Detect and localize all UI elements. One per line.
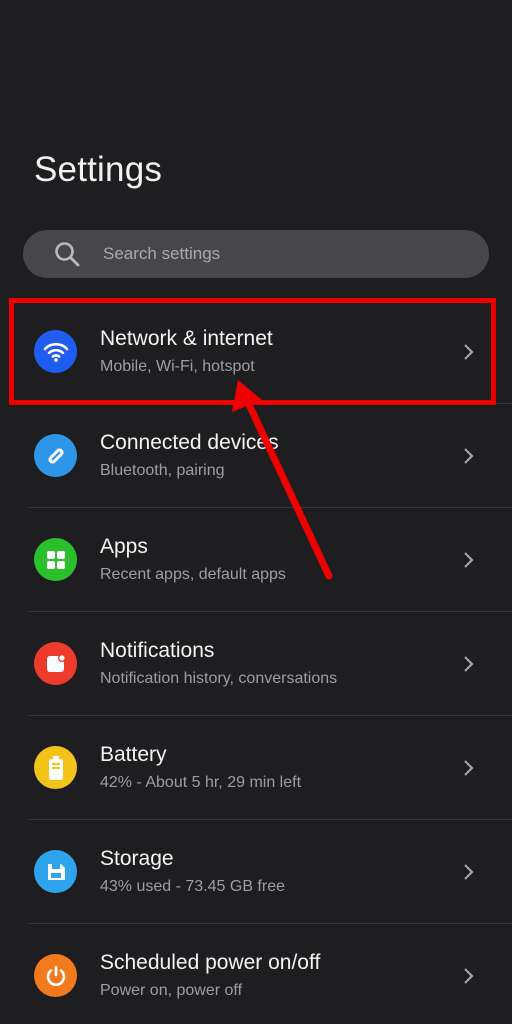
- item-title: Network & internet: [100, 327, 273, 350]
- item-title: Storage: [100, 847, 174, 870]
- chevron-right-icon: [464, 552, 474, 568]
- item-title: Notifications: [100, 639, 215, 662]
- wifi-icon: [34, 330, 77, 373]
- item-title: Apps: [100, 535, 148, 558]
- chevron-right-icon: [464, 448, 474, 464]
- item-subtitle: 43% used - 73.45 GB free: [100, 878, 285, 895]
- settings-item-notifications[interactable]: Notifications Notification history, conv…: [0, 612, 512, 716]
- item-subtitle: Mobile, Wi-Fi, hotspot: [100, 358, 255, 375]
- chevron-right-icon: [464, 864, 474, 880]
- item-subtitle: Bluetooth, pairing: [100, 462, 225, 479]
- settings-item-network[interactable]: Network & internet Mobile, Wi-Fi, hotspo…: [0, 300, 512, 404]
- notification-icon: [34, 642, 77, 685]
- item-title: Connected devices: [100, 431, 279, 454]
- chevron-right-icon: [464, 968, 474, 984]
- power-icon: [34, 954, 77, 997]
- item-title: Scheduled power on/off: [100, 951, 321, 974]
- page-title: Settings: [34, 150, 163, 189]
- search-bar[interactable]: Search settings: [23, 230, 489, 278]
- chevron-right-icon: [464, 656, 474, 672]
- storage-icon: [34, 850, 77, 893]
- settings-item-battery[interactable]: Battery 42% - About 5 hr, 29 min left: [0, 716, 512, 820]
- chevron-right-icon: [464, 344, 474, 360]
- search-input[interactable]: Search settings: [103, 244, 220, 264]
- battery-icon: [34, 746, 77, 789]
- item-subtitle: Notification history, conversations: [100, 670, 338, 687]
- chevron-right-icon: [464, 760, 474, 776]
- item-title: Battery: [100, 743, 167, 766]
- search-icon: [55, 242, 80, 267]
- item-subtitle: Recent apps, default apps: [100, 566, 286, 583]
- apps-grid-icon: [34, 538, 77, 581]
- item-subtitle: 42% - About 5 hr, 29 min left: [100, 774, 302, 791]
- item-subtitle: Power on, power off: [100, 982, 243, 999]
- settings-item-connected-devices[interactable]: Connected devices Bluetooth, pairing: [0, 404, 512, 508]
- settings-item-scheduled-power[interactable]: Scheduled power on/off Power on, power o…: [0, 924, 512, 1024]
- settings-item-apps[interactable]: Apps Recent apps, default apps: [0, 508, 512, 612]
- settings-item-storage[interactable]: Storage 43% used - 73.45 GB free: [0, 820, 512, 924]
- connected-devices-icon: [34, 434, 77, 477]
- settings-screen: Settings Search settings Network & inter…: [0, 0, 512, 1024]
